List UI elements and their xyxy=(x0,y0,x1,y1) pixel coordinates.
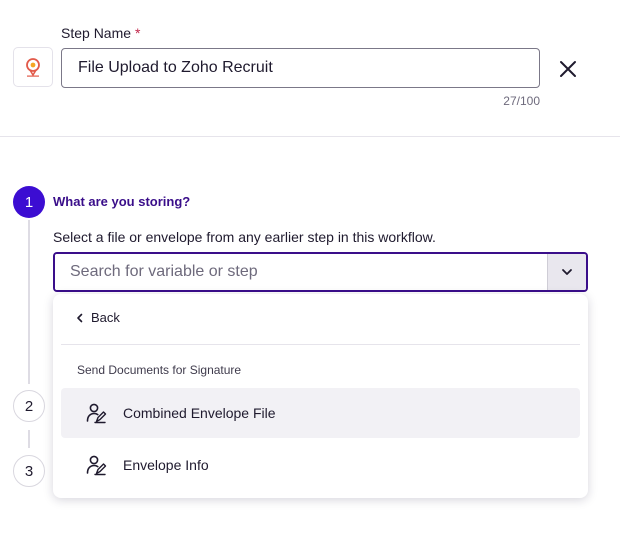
step-1-indicator[interactable]: 1 xyxy=(13,186,45,218)
back-button[interactable]: Back xyxy=(75,310,120,325)
variable-dropdown-menu: Back Send Documents for Signature Combin… xyxy=(53,294,588,498)
menu-group-label: Send Documents for Signature xyxy=(77,363,242,377)
close-button[interactable] xyxy=(556,57,580,81)
option-label: Combined Envelope File xyxy=(123,405,276,421)
back-label: Back xyxy=(91,310,120,325)
stepper-connector xyxy=(28,220,30,384)
step-name-label: Step Name * xyxy=(61,25,141,41)
variable-search-input[interactable] xyxy=(55,254,547,290)
close-icon xyxy=(560,61,576,77)
chevron-down-icon xyxy=(562,269,572,275)
option-envelope-info[interactable]: Envelope Info xyxy=(61,440,580,490)
step-3-indicator[interactable]: 3 xyxy=(13,455,45,487)
stepper-connector xyxy=(28,430,30,448)
character-counter: 27/100 xyxy=(503,94,540,108)
step-description: Select a file or envelope from any earli… xyxy=(53,229,436,245)
step-config-panel: Step Name* 27/100 1 2 3 What are you sto… xyxy=(0,0,620,540)
zoho-recruit-logo-icon xyxy=(13,47,53,87)
variable-search-select xyxy=(53,252,588,292)
user-sign-icon xyxy=(85,402,107,424)
step-2-indicator[interactable]: 2 xyxy=(13,390,45,422)
dropdown-toggle-button[interactable] xyxy=(547,254,586,290)
menu-divider xyxy=(61,344,580,345)
option-combined-envelope-file[interactable]: Combined Envelope File xyxy=(61,388,580,438)
user-sign-icon xyxy=(85,454,107,476)
step-name-input[interactable] xyxy=(61,48,540,88)
step-title: What are you storing? xyxy=(53,194,191,209)
header-divider xyxy=(0,136,620,137)
required-indicator: * xyxy=(135,25,141,41)
option-label: Envelope Info xyxy=(123,457,209,473)
chevron-left-icon xyxy=(77,313,83,322)
